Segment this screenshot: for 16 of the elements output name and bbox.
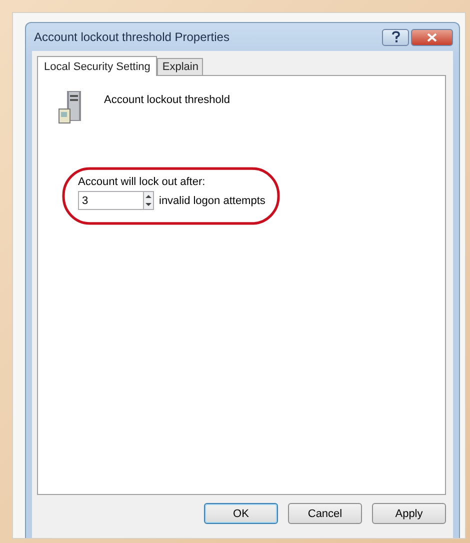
help-icon xyxy=(390,31,400,43)
tab[interactable]: Local Security Setting xyxy=(37,56,158,76)
attempts-suffix: invalid logon attempts xyxy=(159,194,266,206)
setting-label: Account will lock out after: xyxy=(78,176,206,188)
close-button[interactable] xyxy=(411,28,453,46)
tab[interactable]: Explain xyxy=(157,58,204,75)
attempts-field[interactable]: 3 xyxy=(78,191,143,210)
server-icon xyxy=(58,90,84,124)
dialog-button[interactable]: Cancel xyxy=(288,503,362,524)
dialog-button[interactable]: OK xyxy=(204,503,278,524)
spin-arrows-icon[interactable] xyxy=(144,192,153,209)
close-icon xyxy=(427,32,437,42)
window-title: Account lockout threshold Properties xyxy=(33,30,230,44)
help-button[interactable] xyxy=(382,28,409,46)
dialog-button[interactable]: Apply xyxy=(372,503,446,524)
policy-name: Account lockout threshold xyxy=(104,93,230,106)
